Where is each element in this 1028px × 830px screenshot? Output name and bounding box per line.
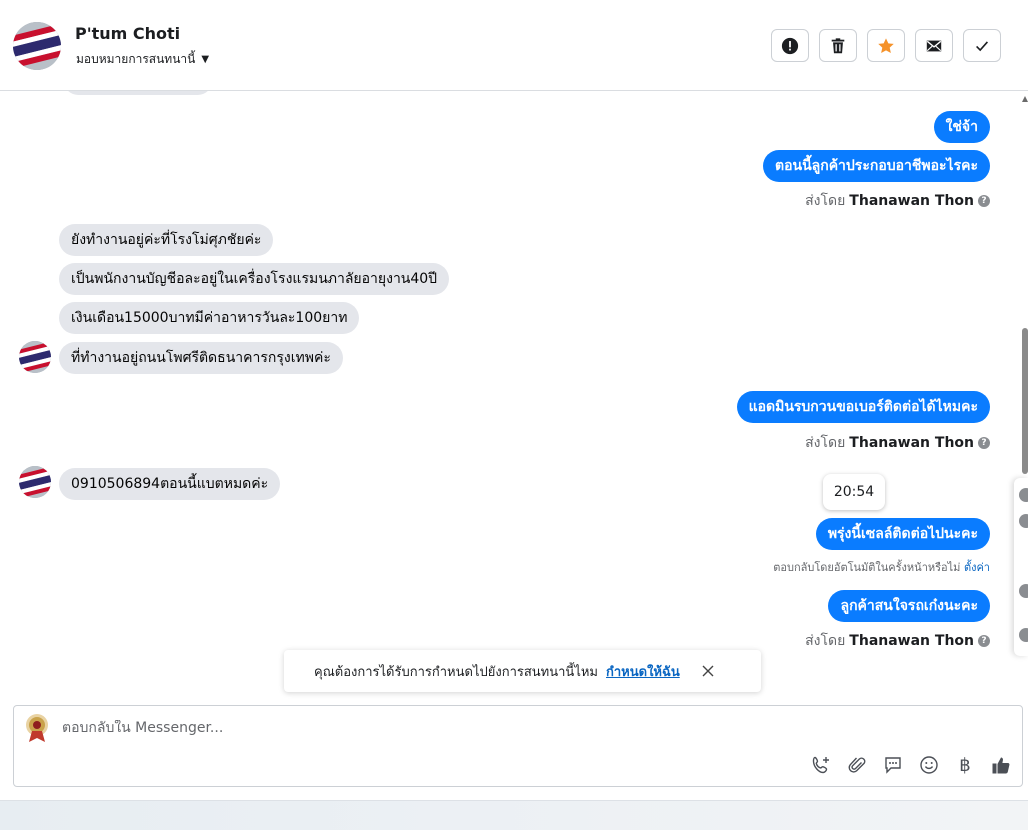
thai-flag-avatar-image xyxy=(19,341,51,373)
conversation-header: P'tum Choti มอบหมายการสนทนานี้ ▼ xyxy=(0,0,1028,91)
outgoing-message[interactable]: ใช่จ้า xyxy=(933,111,990,143)
sent-by-prefix: ส่งโดย xyxy=(805,193,846,209)
message-thread[interactable]: ใช่จ้า ตอนนี้ลูกค้าประกอบอาชีพอะไรคะ ส่ง… xyxy=(0,91,1014,701)
assign-conversation-dropdown[interactable]: มอบหมายการสนทนานี้ ▼ xyxy=(76,50,209,69)
contact-avatar-small xyxy=(19,466,51,498)
sent-by-name: Thanawan Thon xyxy=(849,193,974,209)
star-button[interactable] xyxy=(867,29,905,62)
emoji-icon[interactable] xyxy=(917,753,941,777)
side-avatar[interactable] xyxy=(1019,584,1028,598)
contact-avatar-small xyxy=(19,341,51,373)
baht-icon[interactable]: ฿ xyxy=(953,753,977,777)
delete-button[interactable] xyxy=(819,29,857,62)
outgoing-message[interactable]: ตอนนี้ลูกค้าประกอบอาชีพอะไรคะ xyxy=(763,150,990,182)
help-icon[interactable]: ? xyxy=(978,195,990,207)
attach-icon[interactable] xyxy=(845,753,869,777)
star-icon xyxy=(878,37,894,53)
reply-input[interactable] xyxy=(62,720,762,736)
side-avatar[interactable] xyxy=(1019,488,1028,502)
incoming-message[interactable]: ที่ทำงานอยู่ถนนโพศรีติดธนาคารกรุงเทพค่ะ xyxy=(59,342,343,374)
mark-done-button[interactable] xyxy=(963,29,1001,62)
help-icon[interactable]: ? xyxy=(978,635,990,647)
incoming-message[interactable]: เป็นพนักงานบัญชีอละอยู่ในเครื่องโรงแรมนภ… xyxy=(59,263,450,295)
window-bottom-strip xyxy=(0,800,1028,830)
outgoing-message[interactable]: ลูกค้าสนใจรถเก๋งนะคะ xyxy=(828,590,990,622)
auto-reply-text: ตอบกลับโดยอัตโนมัติในครั้งหน้าหรือไม่ xyxy=(773,561,961,574)
incoming-message-partial xyxy=(64,91,212,95)
caret-down-icon: ▼ xyxy=(201,54,210,65)
side-avatar-panel xyxy=(1014,478,1028,656)
vertical-scrollbar[interactable] xyxy=(1022,96,1028,476)
sent-by-label: ส่งโดย Thanawan Thon ? xyxy=(805,432,990,454)
sent-by-name: Thanawan Thon xyxy=(849,435,974,451)
assign-to-me-link[interactable]: กำหนดให้ฉัน xyxy=(606,661,680,682)
sent-by-label: ส่งโดย Thanawan Thon ? xyxy=(805,190,990,212)
call-add-icon[interactable] xyxy=(809,753,833,777)
side-avatar[interactable] xyxy=(1019,514,1028,528)
trash-icon xyxy=(831,37,845,53)
thumbs-up-icon[interactable] xyxy=(989,753,1013,777)
contact-avatar[interactable] xyxy=(13,22,61,70)
incoming-message[interactable]: เงินเดือน15000บาทมีค่าอาหารวันละ100ยาท xyxy=(59,302,360,334)
sent-by-prefix: ส่งโดย xyxy=(805,633,846,649)
thai-flag-avatar-image xyxy=(13,22,61,70)
close-icon[interactable] xyxy=(700,663,716,679)
contact-name[interactable]: P'tum Choti xyxy=(75,24,180,43)
outgoing-message[interactable]: พรุ่งนี้เซลล์ติดต่อไปนะคะ xyxy=(815,518,990,550)
saved-reply-icon[interactable] xyxy=(881,753,905,777)
message-composer: ฿ xyxy=(13,705,1023,787)
page-avatar-icon xyxy=(26,714,48,742)
auto-reply-prompt: ตอบกลับโดยอัตโนมัติในครั้งหน้าหรือไม่ ตั… xyxy=(773,558,990,576)
scroll-up-arrow-icon[interactable] xyxy=(1022,96,1028,102)
sent-by-prefix: ส่งโดย xyxy=(805,435,846,451)
sent-by-label: ส่งโดย Thanawan Thon ? xyxy=(805,630,990,652)
envelope-icon xyxy=(926,40,942,51)
checkmark-icon xyxy=(976,40,989,51)
thai-flag-avatar-image xyxy=(19,466,51,498)
assign-label: มอบหมายการสนทนานี้ xyxy=(76,52,196,66)
exclamation-icon xyxy=(781,37,799,54)
sent-by-name: Thanawan Thon xyxy=(849,633,974,649)
outgoing-message[interactable]: แอดมินรบกวนขอเบอร์ติดต่อได้ไหมคะ xyxy=(736,391,990,423)
help-icon[interactable]: ? xyxy=(978,437,990,449)
incoming-message[interactable]: ยังทำงานอยู่ค่ะที่โรงโม่ศุภชัยค่ะ xyxy=(59,224,274,256)
message-time-tooltip: 20:54 xyxy=(823,474,885,510)
email-button[interactable] xyxy=(915,29,953,62)
side-avatar[interactable] xyxy=(1019,628,1028,642)
auto-reply-settings-link[interactable]: ตั้งค่า xyxy=(964,561,990,574)
incoming-message[interactable]: 0910506894ตอนนี้แบตหมดค่ะ xyxy=(59,468,281,500)
conversation-window: P'tum Choti มอบหมายการสนทนานี้ ▼ ใช่จ้า … xyxy=(0,0,1028,829)
report-button[interactable] xyxy=(771,29,809,62)
assign-toast-text: คุณต้องการได้รับการกำหนดไปยังการสนทนานี้… xyxy=(314,664,598,680)
assign-toast: คุณต้องการได้รับการกำหนดไปยังการสนทนานี้… xyxy=(284,650,761,692)
scrollbar-thumb[interactable] xyxy=(1022,328,1028,474)
